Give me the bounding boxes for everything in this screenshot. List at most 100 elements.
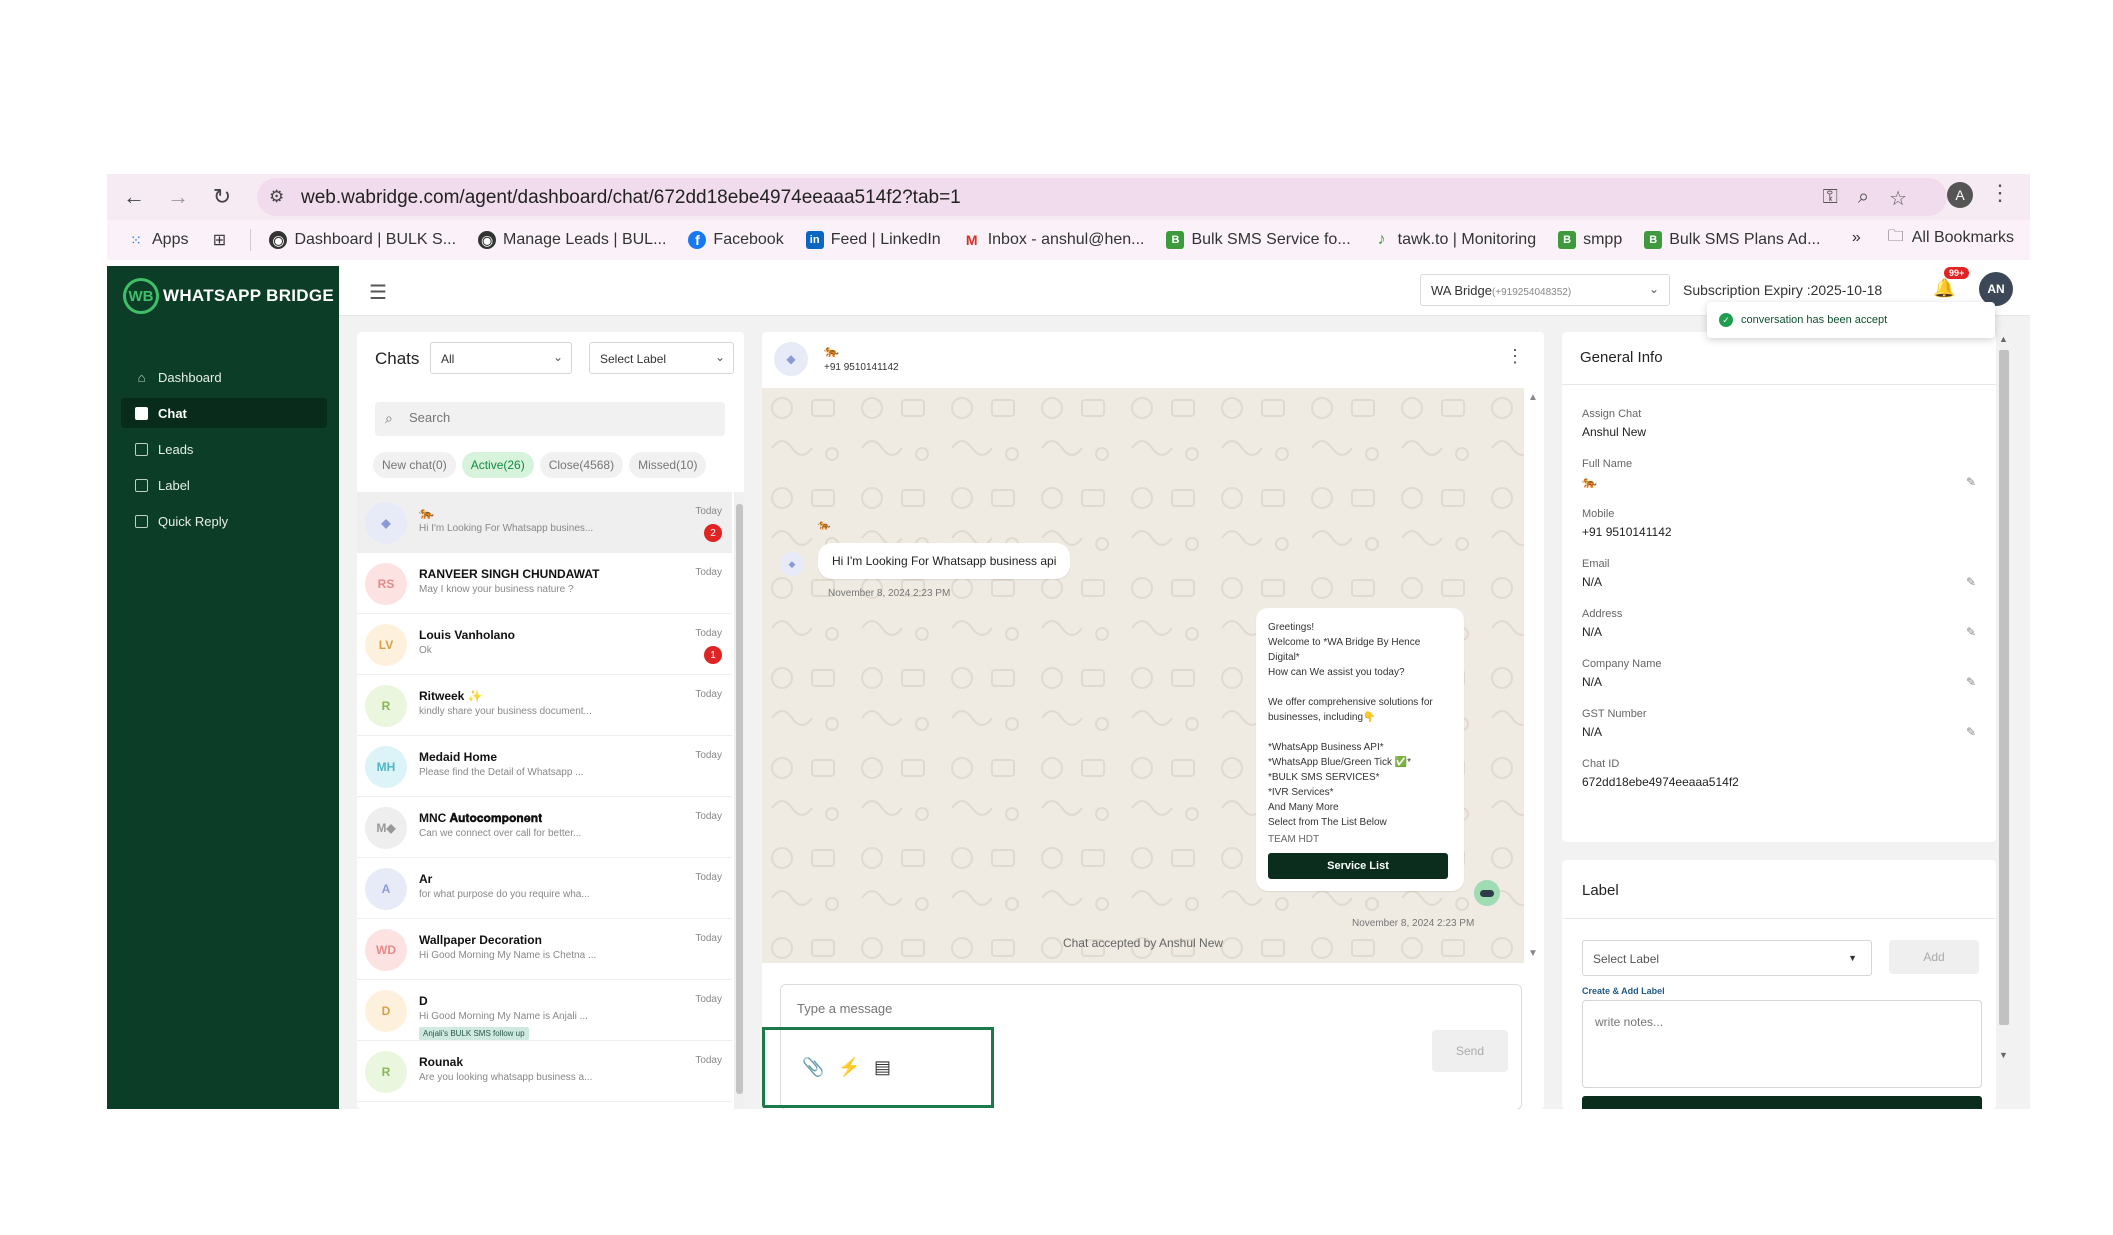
zoom-icon[interactable]: ⌕: [1858, 186, 1869, 211]
chat-list-item[interactable]: D D Hi Good Morning My Name is Anjali ... T…: [357, 980, 732, 1041]
scroll-down-icon[interactable]: ▼: [1999, 1050, 2008, 1060]
incoming-timestamp: November 8, 2024 2:23 PM: [828, 588, 951, 599]
chat-name: Rounak: [419, 1055, 464, 1069]
filter-new-chat[interactable]: New chat(0): [373, 452, 456, 478]
label-select[interactable]: Select Label ▼: [1582, 940, 1872, 976]
scrollbar-thumb[interactable]: [736, 504, 743, 1094]
bookmark-dashboard[interactable]: ◉ Dashboard | BULK S...: [269, 231, 456, 249]
back-icon[interactable]: ←: [119, 182, 149, 212]
chat-list-item[interactable]: R Ritweek ✨ kindly share your business doc…: [357, 675, 732, 736]
search-input[interactable]: [409, 410, 709, 425]
edit-icon[interactable]: ✎: [1966, 675, 1976, 689]
notes-input[interactable]: [1582, 1000, 1982, 1088]
quick-reply-bolt-icon[interactable]: ⚡: [838, 1057, 860, 1078]
conversation-panel: ◆ 🐅 +91 9510141142 ⋮ 🐅 ◆ Hi I'm Looking …: [762, 332, 1544, 1109]
forward-icon[interactable]: →: [163, 182, 193, 212]
chat-filter-select[interactable]: All ⌄: [430, 342, 572, 374]
address-bar[interactable]: ⚙ web.wabridge.com/agent/dashboard/chat/…: [257, 178, 1947, 216]
contact-avatar[interactable]: ◆: [774, 342, 808, 376]
app-logo[interactable]: WB WHATSAPP BRIDGE: [123, 278, 334, 314]
message-scrollbar[interactable]: ▲ ▼: [1524, 388, 1544, 963]
more-bookmarks-icon[interactable]: »: [1852, 229, 1861, 247]
notification-badge: 99+: [1944, 267, 1970, 279]
field-value: N/A: [1582, 575, 1603, 589]
wa-account-select[interactable]: WA Bridge(+919254048352) ⌄: [1420, 274, 1670, 306]
check-circle-icon: ✓: [1719, 313, 1733, 327]
add-label-button[interactable]: Add: [1889, 940, 1979, 974]
template-icon[interactable]: ▤: [874, 1057, 891, 1078]
scroll-up-icon[interactable]: ▲: [1999, 334, 2008, 344]
send-button[interactable]: Send: [1432, 1030, 1508, 1072]
edit-icon[interactable]: ✎: [1966, 475, 1976, 489]
conversation-menu-icon[interactable]: ⋮: [1506, 346, 1524, 367]
chat-list-item[interactable]: ◆ 🐅 Hi I'm Looking For Whatsapp busines...…: [357, 492, 732, 553]
bookmark-apps[interactable]: ⁙ Apps: [127, 231, 188, 249]
field-label: Assign Chat: [1582, 408, 1642, 420]
label-panel: Label Select Label ▼ Add Create & Add La…: [1562, 860, 1996, 1109]
chat-list-item[interactable]: R Rounak Are you looking whatsapp business…: [357, 1041, 732, 1102]
scrollbar-thumb[interactable]: [1999, 350, 2009, 1025]
info-scrollbar[interactable]: ▲ ▼: [1996, 332, 2012, 1109]
bookmark-tawk[interactable]: ♪ tawk.to | Monitoring: [1373, 231, 1536, 249]
field-label: Mobile: [1582, 508, 1615, 520]
chat-list-scrollbar[interactable]: [734, 492, 744, 1109]
bookmark-star-icon[interactable]: ☆: [1889, 186, 1907, 211]
logo-mark: WB: [123, 278, 159, 314]
service-list-button[interactable]: Service List: [1268, 853, 1448, 879]
profile-avatar[interactable]: A: [1947, 182, 1973, 208]
filter-close[interactable]: Close(4568): [539, 452, 624, 478]
sidebar-item-label[interactable]: Label: [121, 470, 327, 500]
filter-active[interactable]: Active(26): [461, 452, 534, 478]
chat-time: Today: [695, 933, 722, 944]
message-input[interactable]: [797, 1001, 1397, 1016]
bookmark-inbox[interactable]: M Inbox - anshul@hen...: [963, 231, 1145, 249]
filter-missed[interactable]: Missed(10): [629, 452, 707, 478]
chat-list-item[interactable]: MH Medaid Home Please find the Detail of W…: [357, 736, 732, 797]
bookmark-bulk-sms-plans[interactable]: B Bulk SMS Plans Ad...: [1644, 231, 1820, 249]
bookmark-smpp[interactable]: B smpp: [1558, 231, 1622, 249]
chat-preview: Are you looking whatsapp business a...: [419, 1072, 593, 1083]
info-field: GST Number N/A ✎: [1582, 708, 1982, 739]
bookmark-bulk-sms-service[interactable]: B Bulk SMS Service fo...: [1166, 231, 1351, 249]
reload-icon[interactable]: ↻: [207, 182, 237, 212]
all-bookmarks[interactable]: 🗀 All Bookmarks: [1887, 228, 2014, 247]
notification-bell-icon[interactable]: 🔔: [1933, 278, 1955, 299]
chat-list-item[interactable]: A Ar for what purpose do you require wha..…: [357, 858, 732, 919]
incoming-sender: 🐅: [818, 520, 831, 531]
home-icon: ⌂: [137, 369, 146, 385]
sidebar-item-leads[interactable]: Leads: [121, 434, 327, 464]
bulksms-icon: B: [1558, 231, 1577, 249]
save-notes-button[interactable]: [1582, 1096, 1982, 1109]
bookmark-grid[interactable]: ⊞: [210, 231, 228, 249]
browser-menu-icon[interactable]: ⋮: [1989, 180, 2011, 206]
chat-avatar: A: [365, 868, 407, 910]
chevron-down-icon: ⌄: [714, 350, 725, 364]
url-text[interactable]: web.wabridge.com/agent/dashboard/chat/67…: [301, 187, 961, 209]
edit-icon[interactable]: ✎: [1966, 725, 1976, 739]
site-settings-icon[interactable]: ⚙: [269, 187, 291, 207]
create-add-label-link[interactable]: Create & Add Label: [1582, 986, 1665, 996]
scroll-up-icon[interactable]: ▲: [1528, 392, 1538, 403]
password-key-icon[interactable]: ⚿: [1823, 186, 1838, 211]
chat-list-item[interactable]: RS RANVEER SINGH CHUNDAWAT May I know your…: [357, 553, 732, 614]
sidebar-item-chat[interactable]: Chat: [121, 398, 327, 428]
info-field: Full Name 🐅 ✎: [1582, 458, 1982, 489]
chat-list-item[interactable]: WD Wallpaper Decoration Hi Good Morning My…: [357, 919, 732, 980]
edit-icon[interactable]: ✎: [1966, 625, 1976, 639]
bookmark-manage-leads[interactable]: ◉ Manage Leads | BUL...: [478, 231, 666, 249]
scroll-down-icon[interactable]: ▼: [1528, 948, 1538, 959]
message-line: How can We assist you today?: [1268, 667, 1405, 678]
hamburger-menu-icon[interactable]: ☰: [369, 280, 387, 305]
chat-name: Medaid Home: [419, 750, 498, 764]
info-field: Company Name N/A ✎: [1582, 658, 1982, 689]
user-avatar[interactable]: AN: [1979, 272, 2013, 306]
sidebar-item-dashboard[interactable]: ⌂ Dashboard: [121, 362, 327, 392]
sidebar-item-quick-reply[interactable]: Quick Reply: [121, 506, 327, 536]
label-filter-select[interactable]: Select Label ⌄: [589, 342, 734, 374]
chat-list-item[interactable]: M◆ MNC 𝐀𝐮𝐭𝐨𝐜𝐨𝐦𝐩𝐨𝐧𝐞𝐧𝐭 Can we connect over c…: [357, 797, 732, 858]
attachment-icon[interactable]: 📎: [802, 1057, 824, 1078]
chat-list-item[interactable]: LV Louis Vanholano Ok Today 1: [357, 614, 732, 675]
bookmark-linkedin[interactable]: in Feed | LinkedIn: [805, 231, 941, 249]
edit-icon[interactable]: ✎: [1966, 575, 1976, 589]
bookmark-facebook[interactable]: f Facebook: [688, 231, 784, 249]
